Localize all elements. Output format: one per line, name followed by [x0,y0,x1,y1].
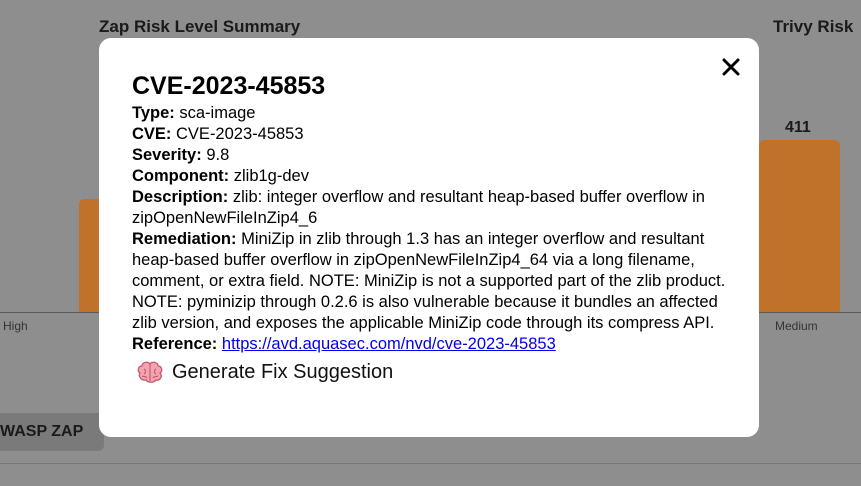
close-icon [722,58,740,76]
severity-label: Severity: [132,146,202,164]
tick-medium: Medium [775,319,818,333]
component-field: Component: zlib1g-dev [132,166,726,187]
component-label: Component: [132,167,230,185]
description-field: Description: zlib: integer overflow and … [132,187,726,229]
zap-chart-title: Zap Risk Level Summary [99,17,301,36]
type-label: Type: [132,104,175,122]
trivy-bar [759,140,840,312]
tab-wasp-zap[interactable]: WASP ZAP [0,413,104,451]
type-field: Type: sca-image [132,103,726,124]
trivy-bar-value: 411 [785,119,811,136]
generate-fix-button[interactable]: Generate Fix Suggestion [136,359,393,385]
generate-fix-label: Generate Fix Suggestion [172,361,394,383]
zap-axis [0,312,110,313]
type-value: sca-image [179,104,256,122]
cve-value: CVE-2023-45853 [176,125,304,143]
severity-value: 9.8 [206,146,230,164]
cve-label: CVE: [132,125,172,143]
close-button[interactable] [718,54,744,80]
tick-high: High [3,319,28,333]
reference-label: Reference: [132,335,218,353]
modal-title: CVE-2023-45853 [132,72,326,100]
trivy-chart-title: Trivy Risk [773,17,854,36]
brain-icon [137,361,163,383]
description-label: Description: [132,188,229,206]
reference-link[interactable]: https://avd.aquasec.com/nvd/cve-2023-458… [222,335,556,353]
remediation-label: Remediation: [132,230,237,248]
divider [0,463,861,464]
remediation-field: Remediation: MiniZip in zlib through 1.3… [132,229,726,334]
cve-field: CVE: CVE-2023-45853 [132,124,726,145]
reference-field: Reference: https://avd.aquasec.com/nvd/c… [132,334,726,355]
component-value: zlib1g-dev [233,167,309,185]
severity-field: Severity: 9.8 [132,145,726,166]
cve-detail-modal: CVE-2023-45853 Type: sca-image CVE: CVE-… [99,38,759,437]
